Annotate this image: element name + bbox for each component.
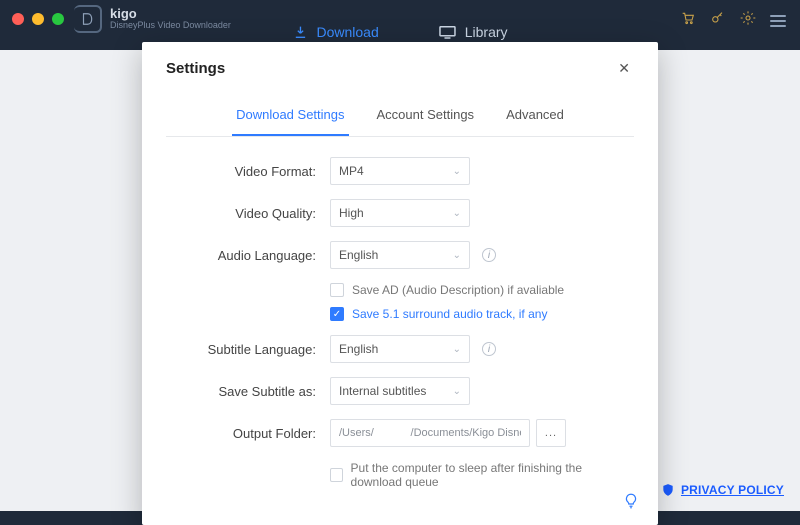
close-window-button[interactable] — [12, 13, 24, 25]
label-video-format: Video Format: — [166, 164, 316, 179]
chevron-down-icon: ⌄ — [453, 166, 461, 177]
label-save-subtitle-as: Save Subtitle as: — [166, 384, 316, 399]
checkbox-box — [330, 283, 344, 297]
toolbar-right — [680, 10, 786, 31]
cart-icon[interactable] — [680, 10, 696, 31]
brand-subtitle: DisneyPlus Video Downloader — [110, 21, 231, 31]
chevron-down-icon: ⌄ — [453, 250, 461, 261]
output-folder-field[interactable] — [330, 419, 530, 447]
checkbox-save-ad[interactable]: Save AD (Audio Description) if avaliable — [330, 283, 634, 297]
checkbox-sleep-label: Put the computer to sleep after finishin… — [351, 461, 634, 489]
nav-library-tab[interactable]: Library — [439, 24, 508, 40]
info-icon[interactable]: i — [482, 248, 496, 262]
label-output-folder: Output Folder: — [166, 426, 316, 441]
label-subtitle-language: Subtitle Language: — [166, 342, 316, 357]
row-audio-language: Audio Language: English ⌄ i — [166, 241, 634, 269]
modal-title: Settings — [166, 60, 225, 77]
traffic-lights — [12, 13, 64, 25]
checkbox-box-checked: ✓ — [330, 307, 344, 321]
nav-download-label: Download — [316, 24, 378, 40]
select-save-subtitle-as-value: Internal subtitles — [339, 384, 426, 398]
key-icon[interactable] — [710, 10, 726, 31]
label-video-quality: Video Quality: — [166, 206, 316, 221]
brand-name: kigo — [110, 7, 231, 21]
row-output-folder: Output Folder: ... — [166, 419, 634, 447]
checkbox-save-51-label: Save 5.1 surround audio track, if any — [352, 307, 547, 321]
info-icon[interactable]: i — [482, 342, 496, 356]
close-icon[interactable]: ✕ — [614, 56, 634, 81]
nav-library-label: Library — [465, 24, 508, 40]
privacy-policy-link[interactable]: PRIVACY POLICY — [661, 483, 784, 497]
brand: kigo DisneyPlus Video Downloader — [74, 5, 231, 33]
select-audio-language[interactable]: English ⌄ — [330, 241, 470, 269]
select-subtitle-language-value: English — [339, 342, 378, 356]
chevron-down-icon: ⌄ — [453, 344, 461, 355]
select-video-format[interactable]: MP4 ⌄ — [330, 157, 470, 185]
chevron-down-icon: ⌄ — [453, 386, 461, 397]
tab-account-settings[interactable]: Account Settings — [373, 97, 479, 136]
row-video-quality: Video Quality: High ⌄ — [166, 199, 634, 227]
tips-icon[interactable] — [622, 492, 640, 515]
nav-download-tab[interactable]: Download — [292, 24, 378, 40]
select-video-format-value: MP4 — [339, 164, 364, 178]
select-audio-language-value: English — [339, 248, 378, 262]
chevron-down-icon: ⌄ — [453, 208, 461, 219]
main-nav: Download Library — [292, 24, 507, 40]
brand-text: kigo DisneyPlus Video Downloader — [110, 7, 231, 31]
browse-folder-button[interactable]: ... — [536, 419, 566, 447]
brand-logo-icon — [74, 5, 102, 33]
row-save-subtitle-as: Save Subtitle as: Internal subtitles ⌄ — [166, 377, 634, 405]
maximize-window-button[interactable] — [52, 13, 64, 25]
settings-modal: Settings ✕ Download Settings Account Set… — [142, 42, 658, 525]
row-subtitle-language: Subtitle Language: English ⌄ i — [166, 335, 634, 363]
tab-download-settings[interactable]: Download Settings — [232, 97, 348, 136]
checkbox-save-51[interactable]: ✓ Save 5.1 surround audio track, if any — [330, 307, 634, 321]
menu-icon[interactable] — [770, 15, 786, 27]
tab-advanced[interactable]: Advanced — [502, 97, 568, 136]
select-save-subtitle-as[interactable]: Internal subtitles ⌄ — [330, 377, 470, 405]
shield-icon — [661, 483, 675, 497]
settings-form: Video Format: MP4 ⌄ Video Quality: High … — [166, 157, 634, 489]
gear-icon[interactable] — [740, 10, 756, 31]
select-subtitle-language[interactable]: English ⌄ — [330, 335, 470, 363]
ellipsis-icon: ... — [545, 427, 557, 439]
select-video-quality-value: High — [339, 206, 364, 220]
privacy-policy-label: PRIVACY POLICY — [681, 483, 784, 497]
checkbox-sleep-after[interactable]: Put the computer to sleep after finishin… — [330, 461, 634, 489]
row-video-format: Video Format: MP4 ⌄ — [166, 157, 634, 185]
checkbox-box — [330, 468, 343, 482]
modal-header: Settings ✕ — [166, 56, 634, 91]
label-audio-language: Audio Language: — [166, 248, 316, 263]
minimize-window-button[interactable] — [32, 13, 44, 25]
select-video-quality[interactable]: High ⌄ — [330, 199, 470, 227]
settings-tabs: Download Settings Account Settings Advan… — [166, 97, 634, 137]
checkbox-save-ad-label: Save AD (Audio Description) if avaliable — [352, 283, 564, 297]
